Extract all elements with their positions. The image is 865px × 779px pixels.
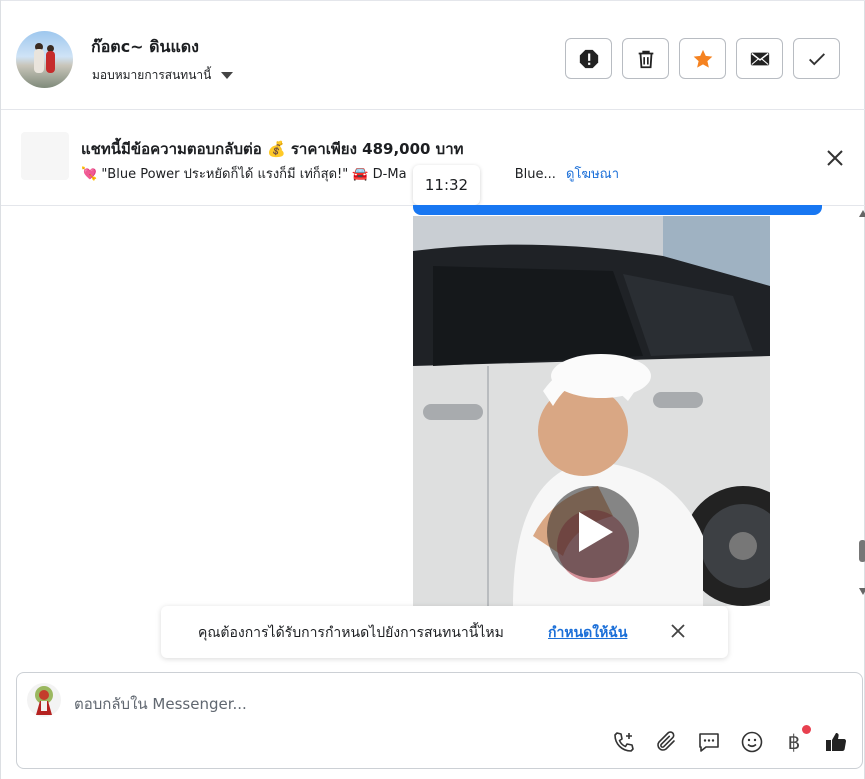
like-button[interactable] xyxy=(823,729,849,755)
envelope-icon xyxy=(750,52,769,65)
paperclip-icon xyxy=(657,731,675,751)
scroll-up-icon[interactable] xyxy=(859,210,865,217)
smiley-icon xyxy=(741,731,763,753)
conversation-panel: ก๊อตc~ ดินแดง มอบหมายการสนทนานี้ แชทนี้ม… xyxy=(0,0,865,779)
video-message[interactable] xyxy=(413,216,770,606)
close-icon[interactable] xyxy=(825,148,845,168)
close-icon[interactable] xyxy=(669,622,687,640)
message-timestamp-tooltip: 11:32 xyxy=(413,165,480,205)
mark-unread-button[interactable] xyxy=(736,38,783,79)
chat-bubble-icon xyxy=(699,733,719,752)
message-composer: ตอบกลับใน Messenger... ฿ xyxy=(16,672,863,769)
chat-scrollbar[interactable] xyxy=(859,210,865,600)
assign-prompt-text: คุณต้องการได้รับการกำหนดไปยังการสนทนานี้… xyxy=(198,625,504,641)
trash-icon xyxy=(638,50,653,68)
phone-add-icon xyxy=(614,732,634,752)
call-button[interactable] xyxy=(611,729,637,755)
chevron-down-icon xyxy=(221,72,234,79)
emoji-button[interactable] xyxy=(739,729,765,755)
saved-replies-button[interactable] xyxy=(696,729,722,755)
conversation-header: ก๊อตc~ ดินแดง มอบหมายการสนทนานี้ xyxy=(1,0,865,110)
video-thumbnail xyxy=(413,216,770,606)
contact-name[interactable]: ก๊อตc~ ดินแดง xyxy=(91,35,199,60)
message-bubble-edge xyxy=(413,205,822,215)
page-avatar xyxy=(27,683,61,717)
assign-to-me-link[interactable]: กำหนดให้ฉัน xyxy=(548,622,627,644)
delete-button[interactable] xyxy=(622,38,669,79)
star-button[interactable] xyxy=(679,38,726,79)
scrollbar-thumb[interactable] xyxy=(859,540,865,562)
ad-subtitle: 💘 "Blue Power ประหยัดก็ได้ แรงก็มี เท่ก็… xyxy=(81,163,619,184)
scroll-down-icon[interactable] xyxy=(859,588,865,595)
assign-prompt: คุณต้องการได้รับการกำหนดไปยังการสนทนานี้… xyxy=(161,606,728,658)
mark-spam-button[interactable] xyxy=(565,38,612,79)
assign-dropdown[interactable]: มอบหมายการสนทนานี้ xyxy=(92,66,234,85)
assign-label: มอบหมายการสนทนานี้ xyxy=(92,68,212,82)
alert-icon xyxy=(579,49,598,68)
view-ad-link[interactable]: ดูโฆษณา xyxy=(566,167,619,182)
notification-dot xyxy=(802,725,811,734)
ad-subtitle-tail: Blue... xyxy=(514,167,556,182)
contact-avatar[interactable] xyxy=(16,31,73,88)
ad-thumbnail[interactable] xyxy=(21,132,69,180)
checkmark-icon xyxy=(808,52,825,65)
thumbs-up-icon xyxy=(826,733,847,752)
ad-subtitle-text: 💘 "Blue Power ประหยัดก็ได้ แรงก็มี เท่ก็… xyxy=(81,167,407,182)
reply-input[interactable]: ตอบกลับใน Messenger... xyxy=(74,692,247,716)
attach-button[interactable] xyxy=(653,729,679,755)
star-icon xyxy=(693,49,712,68)
ad-title: แชทนี้มีข้อความตอบกลับต่อ 💰 ราคาเพียง 48… xyxy=(81,140,464,158)
mark-done-button[interactable] xyxy=(793,38,840,79)
